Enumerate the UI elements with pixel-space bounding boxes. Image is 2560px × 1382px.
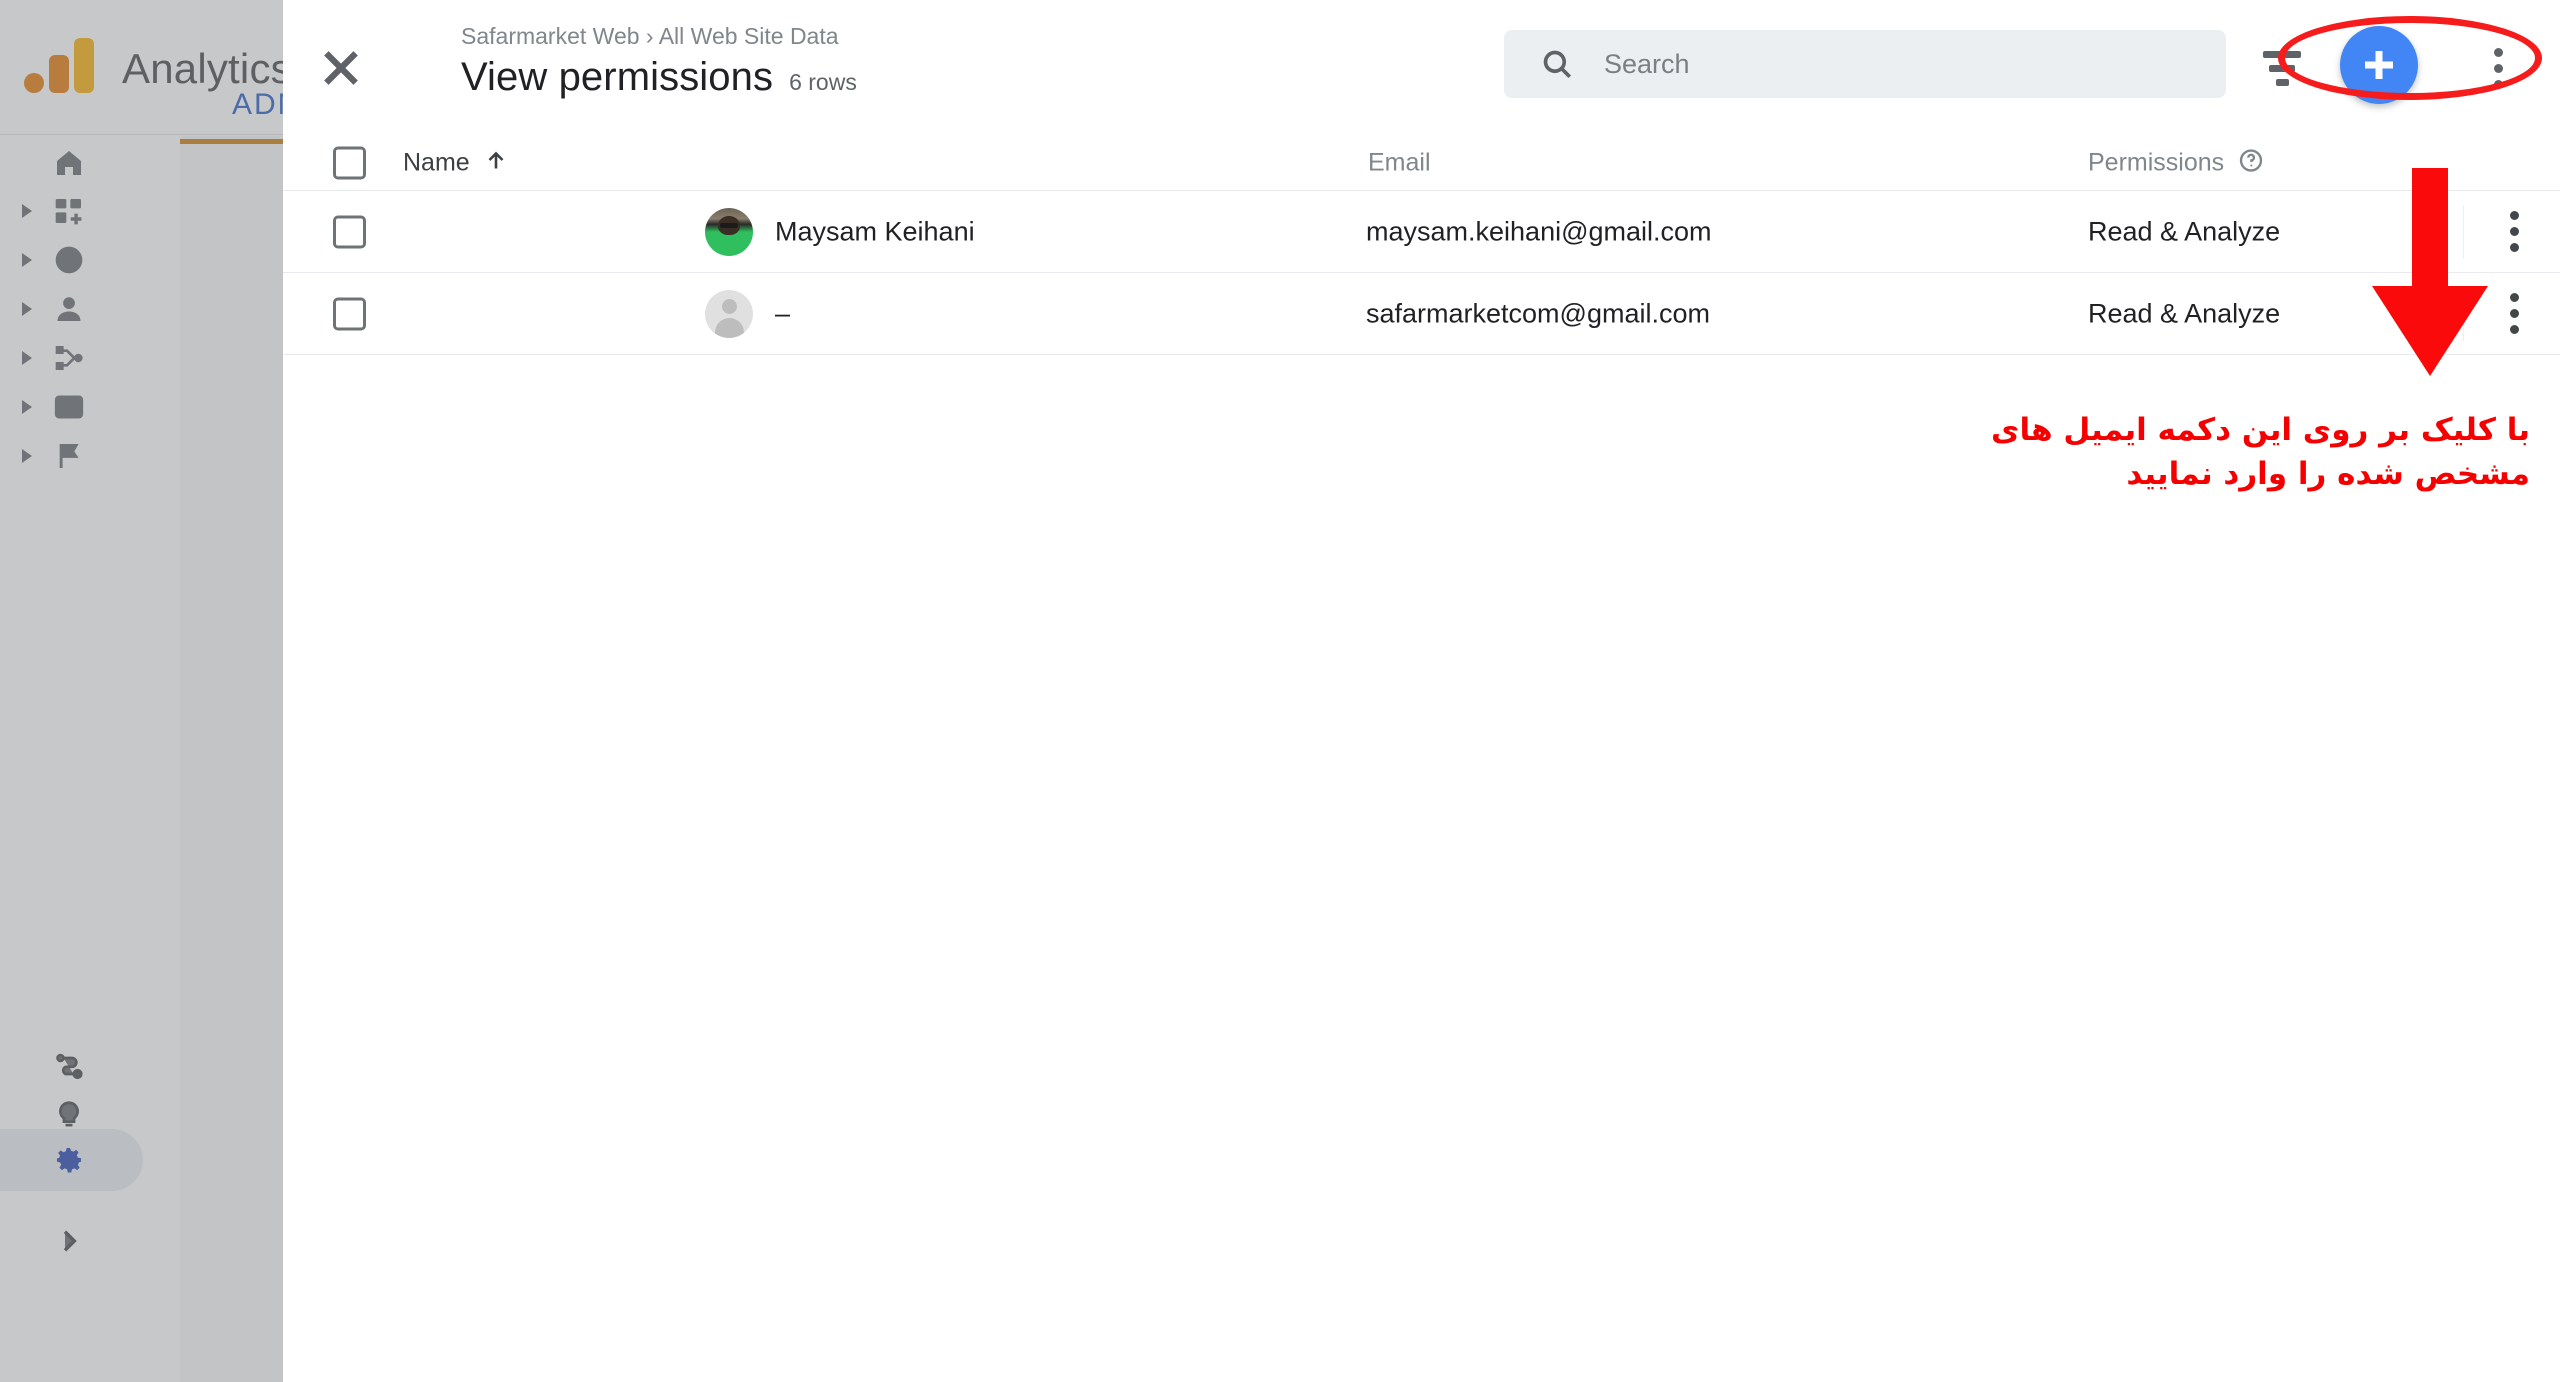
- select-all-checkbox[interactable]: [333, 146, 366, 179]
- avatar: [705, 289, 753, 338]
- conversions-flag-icon: [52, 439, 86, 473]
- realtime-clock-icon: [52, 243, 86, 277]
- row-count-label: 6 rows: [789, 69, 857, 95]
- cell-permissions: Read & Analyze: [2088, 216, 2281, 246]
- panel-toolbar: Safarmarket Web › All Web Site Data View…: [283, 0, 2560, 135]
- kebab-menu-icon: [2509, 211, 2519, 220]
- chevron-right-icon: [22, 252, 32, 267]
- column-header-email[interactable]: Email: [1368, 148, 1431, 177]
- column-header-email-label: Email: [1368, 148, 1431, 176]
- tab-admin[interactable]: ADMIN: [232, 88, 283, 122]
- search-box[interactable]: [1504, 30, 2226, 98]
- add-user-button[interactable]: [2340, 26, 2418, 104]
- sidebar-item-audience[interactable]: [0, 284, 143, 333]
- analytics-sidebar: [0, 136, 143, 1382]
- sidebar-item-behavior[interactable]: [0, 382, 143, 431]
- avatar: [705, 207, 753, 256]
- expand-chevron-right-icon: [52, 1224, 86, 1258]
- column-header-name-label: Name: [403, 148, 470, 176]
- customization-add-icon: [52, 194, 86, 228]
- plus-icon: [2365, 51, 2393, 79]
- attribution-path-icon: [52, 1049, 86, 1083]
- panel-more-options-button[interactable]: [2474, 42, 2522, 94]
- filter-button[interactable]: [2252, 44, 2312, 92]
- table-row[interactable]: – safarmarketcom@gmail.com Read & Analyz…: [283, 273, 2560, 355]
- search-icon: [1538, 45, 1576, 83]
- chevron-right-icon: [22, 399, 32, 414]
- breadcrumb: Safarmarket Web › All Web Site Data: [461, 23, 839, 49]
- view-permissions-panel: Safarmarket Web › All Web Site Data View…: [283, 0, 2560, 1382]
- sidebar-item-home[interactable]: [0, 138, 143, 187]
- chevron-right-icon: [22, 448, 32, 463]
- page-title: View permissions: [461, 55, 774, 99]
- google-analytics-logo: [24, 37, 94, 93]
- row-checkbox[interactable]: [333, 215, 366, 248]
- chevron-right-icon: [22, 350, 32, 365]
- sidebar-item-conversions[interactable]: [0, 431, 143, 480]
- column-header-permissions[interactable]: Permissions: [2088, 147, 2264, 178]
- chevron-right-icon: [22, 301, 32, 316]
- audience-person-icon: [52, 292, 86, 326]
- arrow-up-icon: [484, 148, 508, 177]
- discover-lightbulb-icon: [52, 1098, 86, 1132]
- kebab-menu-icon: [2493, 47, 2503, 57]
- admin-gear-icon: [52, 1143, 86, 1177]
- chevron-right-icon: [22, 203, 32, 218]
- cell-email: maysam.keihani@gmail.com: [1366, 216, 1712, 246]
- sidebar-expand-button[interactable]: [0, 1216, 143, 1265]
- close-icon: [324, 51, 358, 85]
- cell-divider: [2463, 287, 2464, 341]
- cell-permissions: Read & Analyze: [2088, 298, 2281, 328]
- sidebar-item-customization[interactable]: [0, 186, 143, 235]
- row-more-options-button[interactable]: [2490, 288, 2538, 340]
- column-header-permissions-label: Permissions: [2088, 148, 2225, 176]
- sidebar-item-admin[interactable]: [0, 1136, 143, 1184]
- panel-action-buttons: [2252, 14, 2532, 120]
- brand-title: Analytics: [122, 44, 283, 92]
- panel-titles: Safarmarket Web › All Web Site Data View…: [461, 20, 857, 100]
- sidebar-item-acquisition[interactable]: [0, 333, 143, 382]
- cell-divider: [2463, 205, 2464, 259]
- help-circle-icon[interactable]: [2238, 147, 2264, 178]
- sidebar-item-attribution[interactable]: [0, 1041, 143, 1090]
- tab-active-underline: [180, 139, 283, 144]
- cell-email: safarmarketcom@gmail.com: [1366, 298, 1710, 328]
- acquisition-share-icon: [52, 341, 86, 375]
- analytics-content-area: ADMIN: [180, 88, 283, 1382]
- cell-name: –: [775, 298, 791, 328]
- sidebar-item-realtime[interactable]: [0, 235, 143, 284]
- search-input[interactable]: [1604, 48, 2164, 80]
- close-button[interactable]: [311, 38, 371, 98]
- table-row[interactable]: Maysam Keihani maysam.keihani@gmail.com …: [283, 191, 2560, 273]
- cell-name: Maysam Keihani: [775, 216, 975, 246]
- row-more-options-button[interactable]: [2490, 206, 2538, 258]
- behavior-layout-icon: [52, 390, 86, 424]
- row-checkbox[interactable]: [333, 297, 366, 330]
- analytics-app-background: Analytics AD: [0, 0, 283, 1382]
- screen: Analytics AD Safarmarket Web › All Web S…: [0, 0, 2560, 1382]
- permissions-table: Name Email Permissions Maysam Keihani ma…: [283, 135, 2560, 355]
- column-header-name[interactable]: Name: [403, 148, 508, 177]
- table-header-row: Name Email Permissions: [283, 135, 2560, 191]
- kebab-menu-icon: [2509, 293, 2519, 302]
- home-icon: [52, 146, 86, 180]
- filter-icon: [2263, 50, 2301, 58]
